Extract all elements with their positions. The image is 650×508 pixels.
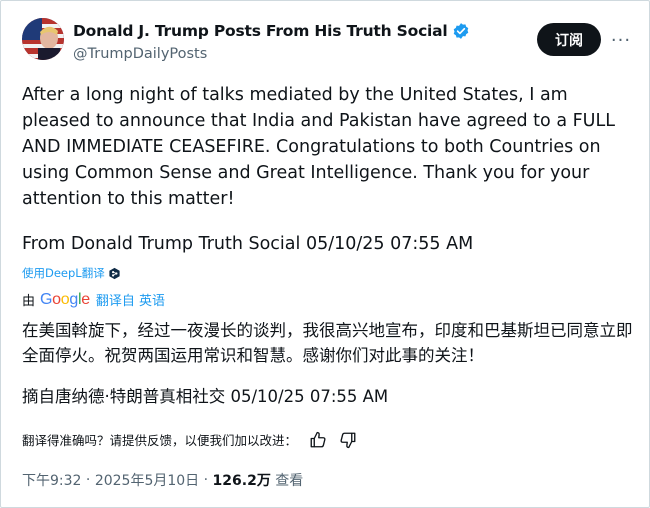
- translated-by-prefix: 由: [22, 294, 36, 309]
- translated-post-text: 在美国斡旋下，经过一夜漫长的谈判，我很高兴地宣布，印度和巴基斯坦已同意立即全面停…: [22, 321, 633, 365]
- translated-from-language-link[interactable]: 翻译自 英语: [96, 290, 165, 309]
- post-source-line: From Donald Trump Truth Social 05/10/25 …: [22, 234, 474, 254]
- avatar[interactable]: [22, 18, 64, 60]
- subscribe-button[interactable]: 订阅: [537, 23, 601, 56]
- more-options-icon[interactable]: ···: [607, 26, 635, 54]
- google-logo-icon: Google: [40, 290, 90, 308]
- views-count: 126.2万: [212, 473, 271, 489]
- views-label: 查看: [275, 473, 304, 489]
- thumbs-down-icon[interactable]: [339, 431, 357, 449]
- meta-separator: ·: [199, 472, 213, 488]
- translated-source-line: 摘自唐纳德·特朗普真相社交 05/10/25 07:55 AM: [22, 387, 389, 406]
- post-date[interactable]: 2025年5月10日: [95, 470, 199, 490]
- author-display-name[interactable]: Donald J. Trump Posts From His Truth Soc…: [73, 22, 448, 40]
- author-name-row[interactable]: Donald J. Trump Posts From His Truth Soc…: [73, 22, 470, 40]
- post-time[interactable]: 下午9:32: [22, 470, 81, 490]
- author-handle[interactable]: @TrumpDailyPosts: [73, 46, 207, 62]
- deepl-translate-link[interactable]: 使用DeepL翻译: [22, 265, 121, 281]
- post-text: After a long night of talks mediated by …: [22, 85, 615, 209]
- thumbs-up-icon[interactable]: [309, 431, 327, 449]
- google-translation-attribution: 由 Google 翻译自 英语: [22, 290, 165, 310]
- translation-feedback-row: 翻译得准确吗？请提供反馈，以便我们加以改进：: [22, 430, 357, 449]
- feedback-prompt: 翻译得准确吗？请提供反馈，以便我们加以改进：: [22, 433, 298, 448]
- verified-badge-icon: [452, 22, 470, 40]
- meta-separator: ·: [81, 472, 95, 488]
- deepl-translate-label[interactable]: 使用DeepL翻译: [22, 265, 105, 281]
- deepl-icon: [108, 267, 121, 280]
- post-meta-row: 下午9:32 · 2025年5月10日 · 126.2万 查看: [22, 470, 303, 490]
